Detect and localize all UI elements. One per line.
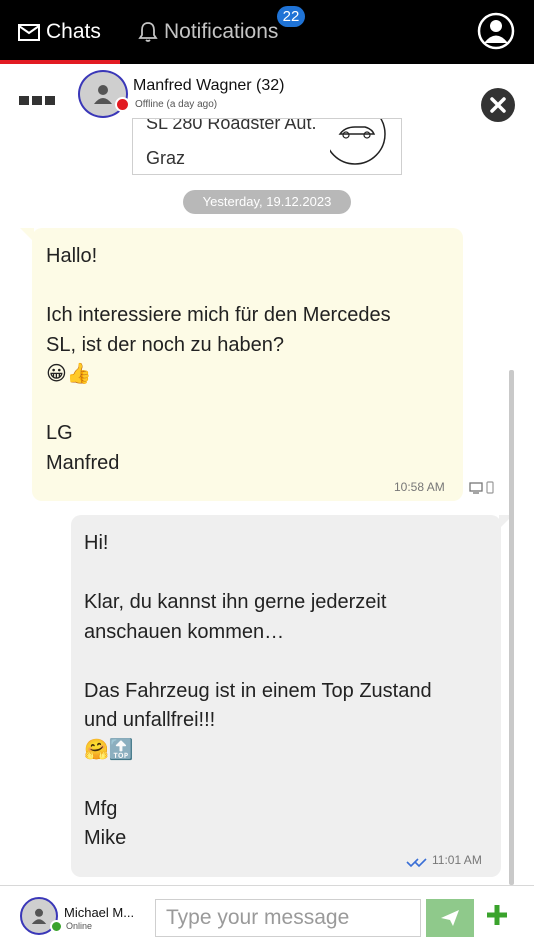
message-line: 🤗🔝	[84, 738, 134, 761]
message-line: 😀👍	[46, 363, 92, 385]
add-attachment-button[interactable]	[485, 903, 509, 927]
message-line	[84, 559, 487, 589]
tab-chats[interactable]: Chats	[18, 0, 101, 64]
person-icon	[31, 908, 47, 924]
outgoing-message-bubble: Hi! Klar, du kannst ihn gerne jederzeit …	[71, 515, 501, 877]
desktop-icon	[469, 481, 483, 494]
envelope-icon	[18, 23, 40, 41]
bell-icon	[138, 22, 158, 42]
device-icons	[469, 481, 494, 494]
message-line: Klar, du kannst ihn gerne jederzeit	[84, 591, 387, 613]
message-line: Hi!	[84, 532, 109, 554]
person-icon	[94, 85, 112, 104]
message-line: Mfg	[84, 797, 118, 820]
tab-notifications-label: Notifications	[164, 20, 279, 43]
date-separator: Yesterday, 19.12.2023	[183, 190, 351, 214]
listing-location: Graz	[146, 148, 186, 168]
message-line: Das Fahrzeug ist in einem Top Zustand	[84, 679, 432, 702]
listing-title: SL 280 Roadster Aut.	[146, 118, 317, 133]
message-line: anschauen kommen…	[84, 620, 285, 643]
incoming-message-bubble: Hallo! Ich interessiere mich für den Mer…	[32, 228, 463, 501]
tab-chats-label: Chats	[46, 20, 101, 43]
send-button[interactable]	[426, 899, 474, 937]
message-line: Ich interessiere mich für den Mercedes	[46, 304, 391, 326]
close-chat-button[interactable]	[481, 88, 515, 122]
close-icon	[490, 97, 506, 113]
plus-icon	[487, 905, 507, 925]
message-input[interactable]	[155, 899, 421, 937]
message-line: Mike	[84, 827, 127, 849]
mobile-icon	[486, 481, 494, 494]
chat-scrollbar[interactable]	[509, 370, 514, 885]
send-icon	[441, 910, 459, 926]
online-status-dot	[50, 920, 63, 933]
more-options-icon[interactable]	[19, 96, 55, 105]
contact-name: Manfred Wagner (32)	[133, 77, 285, 94]
message-line	[46, 390, 449, 420]
message-line: und unfallfrei!!!	[84, 709, 216, 731]
message-line	[84, 765, 487, 795]
my-status: Online	[66, 921, 93, 931]
user-profile-icon[interactable]	[477, 12, 515, 50]
my-name: Michael M...	[64, 905, 135, 920]
outgoing-message-time: 11:01 AM	[432, 853, 482, 867]
message-line: Hallo!	[46, 245, 98, 267]
read-receipt-icon	[406, 855, 430, 873]
listing-card[interactable]: SL 280 Roadster Aut. Graz	[132, 118, 402, 175]
message-line: SL, ist der noch zu haben?	[46, 333, 284, 356]
message-line: LG	[46, 422, 73, 444]
message-line	[84, 647, 487, 677]
message-line: Manfred	[46, 451, 120, 474]
tab-notifications[interactable]: Notifications	[138, 0, 278, 64]
message-line	[46, 272, 449, 302]
contact-status: Offline (a day ago)	[135, 99, 218, 110]
listing-thumbnail	[324, 119, 400, 169]
offline-status-dot	[115, 97, 130, 112]
top-navigation-bar: Chats Notifications 22	[0, 0, 534, 64]
notification-count-badge: 22	[277, 6, 305, 27]
incoming-message-time: 10:58 AM	[394, 480, 445, 494]
